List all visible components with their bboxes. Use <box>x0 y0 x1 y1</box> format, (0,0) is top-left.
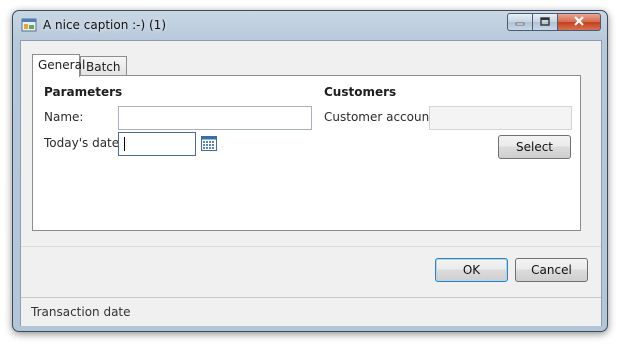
tab-batch[interactable]: Batch <box>80 56 127 76</box>
name-label: Name: <box>44 110 84 124</box>
minimize-button[interactable] <box>507 13 533 31</box>
close-button[interactable] <box>558 13 601 31</box>
title-bar[interactable]: A nice caption :-) (1) <box>13 11 607 39</box>
select-button[interactable]: Select <box>498 135 571 159</box>
minimize-icon <box>515 15 525 29</box>
date-label: Today's date: <box>44 136 124 150</box>
calendar-icon[interactable] <box>201 136 217 151</box>
customer-account-field <box>429 106 572 130</box>
maximize-button[interactable] <box>533 13 558 31</box>
caption-buttons <box>507 13 601 31</box>
parameters-heading: Parameters <box>44 85 123 99</box>
cancel-button[interactable]: Cancel <box>515 258 588 282</box>
status-bar: Transaction date <box>21 297 601 326</box>
date-field[interactable] <box>118 132 196 156</box>
maximize-icon <box>540 15 550 29</box>
close-icon <box>573 15 585 29</box>
name-field[interactable] <box>118 106 312 130</box>
tab-general[interactable]: General <box>32 54 85 77</box>
app-window-icon <box>21 17 37 33</box>
customer-account-label: Customer account: <box>324 110 438 124</box>
ok-button[interactable]: OK <box>435 258 508 282</box>
customers-heading: Customers <box>324 85 397 99</box>
button-area-separator <box>21 246 601 247</box>
window-title: A nice caption :-) (1) <box>43 18 166 32</box>
status-text: Transaction date <box>31 305 131 319</box>
dialog-window: A nice caption :-) (1) Batch General Par… <box>12 10 608 332</box>
tab-panel-general: Parameters Name: Today's date: Customers… <box>32 75 581 231</box>
text-caret <box>124 137 125 151</box>
dialog-client-area: Batch General Parameters Name: Today's d… <box>20 40 602 326</box>
